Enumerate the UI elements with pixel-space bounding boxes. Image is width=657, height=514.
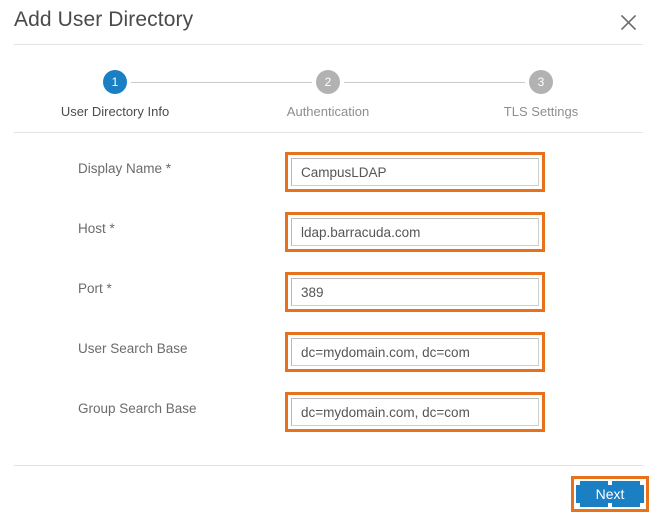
step-number-badge: 1 xyxy=(103,70,127,94)
next-button-highlight: Next xyxy=(571,476,649,512)
group-search-base-label: Group Search Base xyxy=(78,401,197,416)
step-number-badge: 2 xyxy=(316,70,340,94)
selection-handle-top-right xyxy=(640,481,644,485)
selection-handle-bottom-right xyxy=(640,503,644,507)
selection-handle-bottom-middle xyxy=(608,503,612,507)
dialog-header: Add User Directory xyxy=(0,0,657,48)
user-search-base-field-highlight: dc=mydomain.com, dc=com xyxy=(285,332,545,372)
user-search-base-label: User Search Base xyxy=(78,341,188,356)
group-search-base-field-highlight: dc=mydomain.com, dc=com xyxy=(285,392,545,432)
step-label: User Directory Info xyxy=(60,104,170,119)
host-field-highlight: ldap.barracuda.com xyxy=(285,212,545,252)
header-divider xyxy=(14,44,643,45)
add-user-directory-dialog: Add User Directory 1 User Directory Info… xyxy=(0,0,657,514)
stepper-step-user-directory-info[interactable]: 1 User Directory Info xyxy=(25,48,205,119)
step-label: TLS Settings xyxy=(503,104,579,119)
port-field-highlight: 389 xyxy=(285,272,545,312)
step-number-badge: 3 xyxy=(529,70,553,94)
stepper-step-authentication[interactable]: 2 Authentication xyxy=(238,48,418,119)
form-row-display-name: Display Name * CampusLDAP xyxy=(0,140,657,200)
wizard-stepper: 1 User Directory Info 2 Authentication 3… xyxy=(0,48,657,132)
page-title: Add User Directory xyxy=(14,8,194,31)
display-name-field-highlight: CampusLDAP xyxy=(285,152,545,192)
port-input[interactable]: 389 xyxy=(291,278,539,306)
form-row-group-search-base: Group Search Base dc=mydomain.com, dc=co… xyxy=(0,380,657,440)
selection-handle-bottom-left xyxy=(576,503,580,507)
stepper-step-tls-settings[interactable]: 3 TLS Settings xyxy=(451,48,631,119)
next-button-label: Next xyxy=(595,486,625,502)
port-label: Port * xyxy=(78,281,112,296)
host-input[interactable]: ldap.barracuda.com xyxy=(291,218,539,246)
stepper-divider xyxy=(14,132,643,133)
dialog-footer: Next xyxy=(0,465,657,514)
group-search-base-input[interactable]: dc=mydomain.com, dc=com xyxy=(291,398,539,426)
next-button[interactable]: Next xyxy=(576,481,644,507)
close-icon[interactable] xyxy=(616,10,640,34)
selection-handle-top-left xyxy=(576,481,580,485)
display-name-input[interactable]: CampusLDAP xyxy=(291,158,539,186)
form-row-user-search-base: User Search Base dc=mydomain.com, dc=com xyxy=(0,320,657,380)
step-label: Authentication xyxy=(286,104,370,119)
user-search-base-input[interactable]: dc=mydomain.com, dc=com xyxy=(291,338,539,366)
form-row-port: Port * 389 xyxy=(0,260,657,320)
host-label: Host * xyxy=(78,221,115,236)
selection-handle-top-middle xyxy=(608,481,612,485)
display-name-label: Display Name * xyxy=(78,161,172,176)
form-row-host: Host * ldap.barracuda.com xyxy=(0,200,657,260)
user-directory-form: Display Name * CampusLDAP Host * ldap.ba… xyxy=(0,140,657,440)
